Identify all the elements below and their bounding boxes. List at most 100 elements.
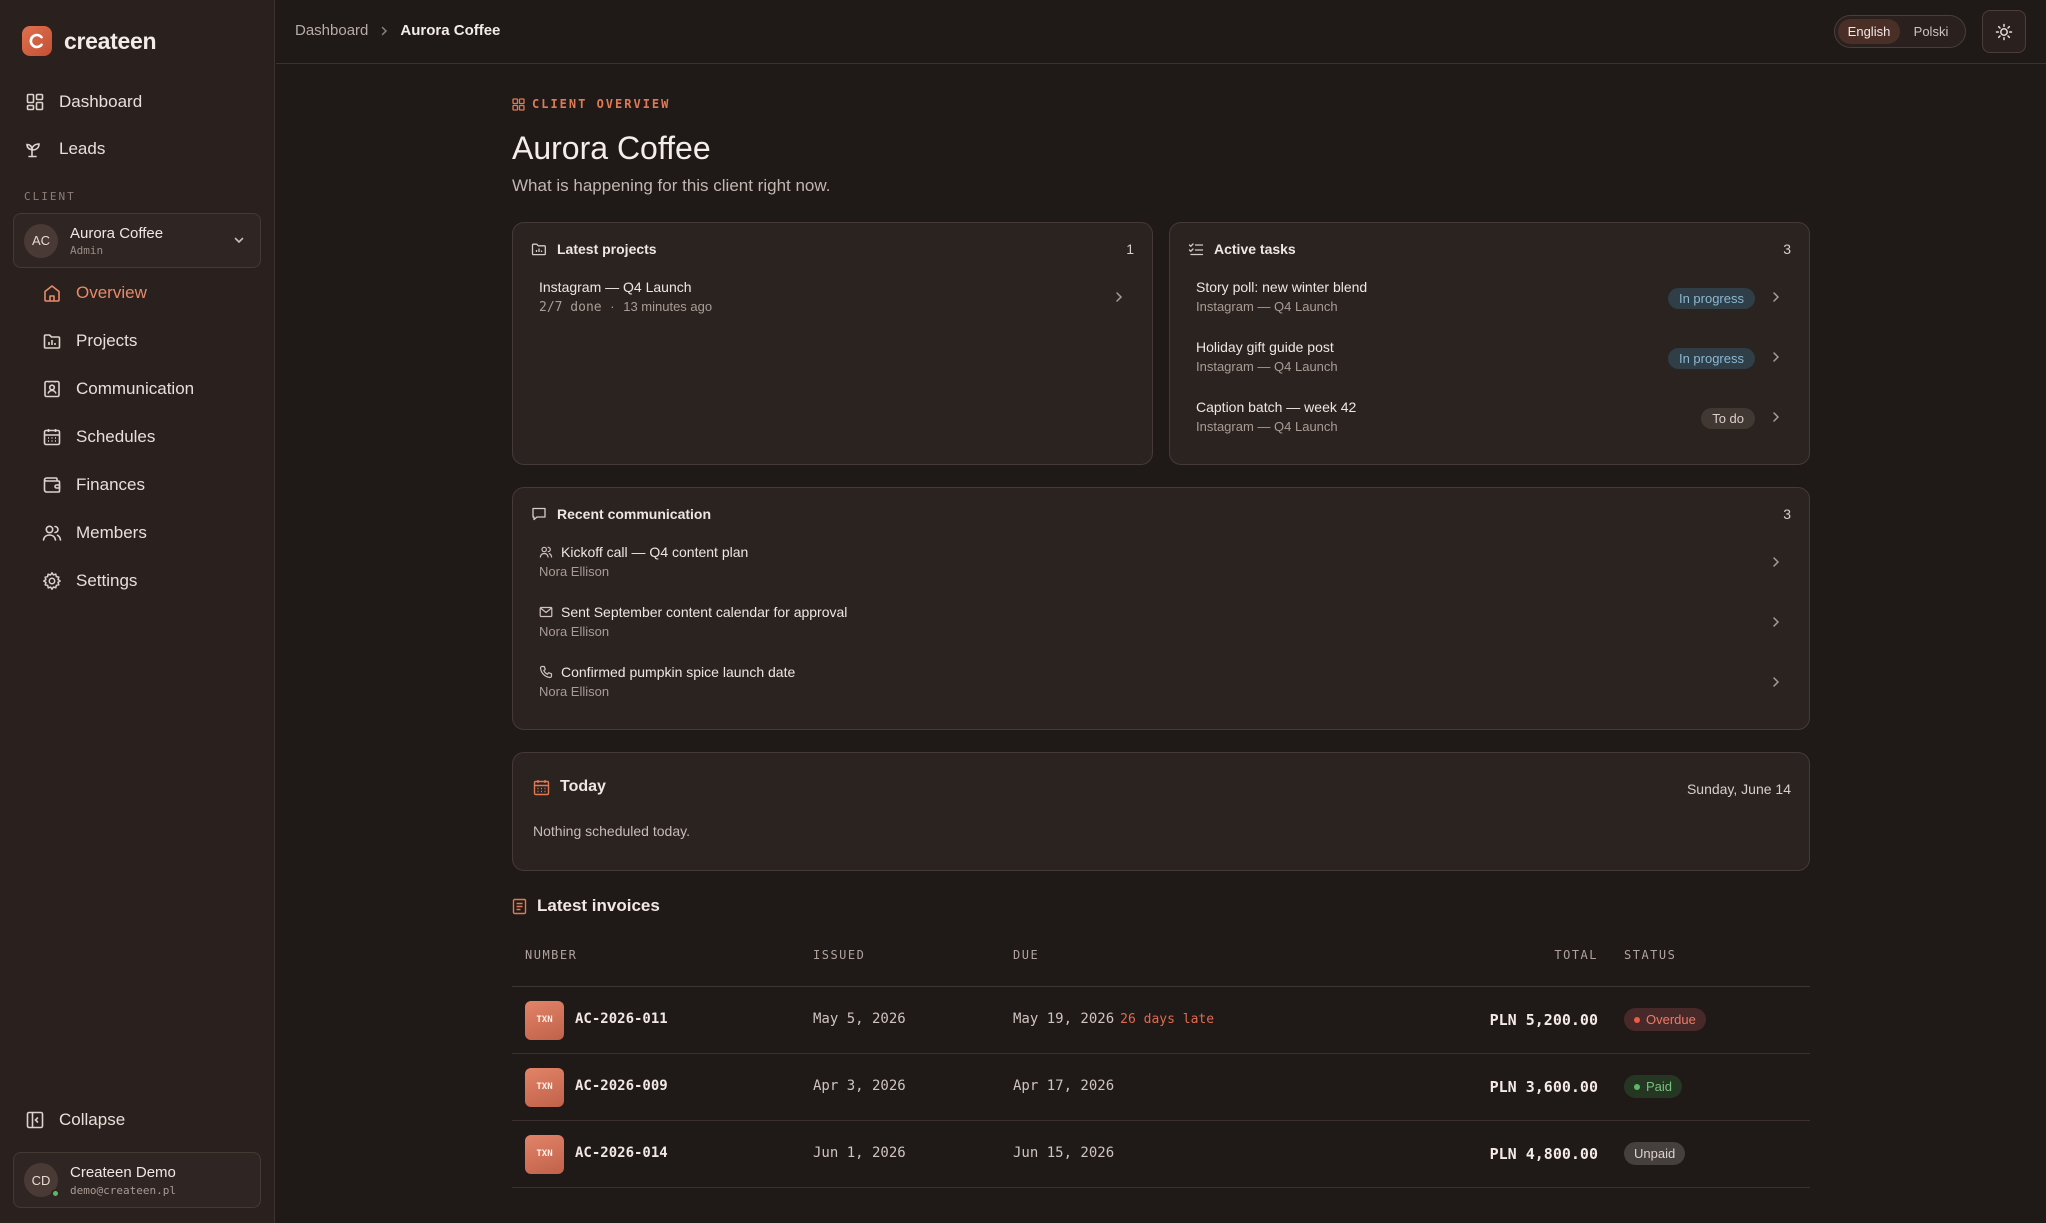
breadcrumb-current: Aurora Coffee <box>400 22 501 39</box>
nav-item-label: Projects <box>76 331 138 350</box>
invoice-icon <box>512 898 527 915</box>
status-dot <box>1634 1016 1640 1023</box>
brand[interactable]: createen <box>22 26 157 56</box>
invoice-due: May 19, 2026 26 days late <box>1013 1011 1214 1027</box>
status-badge: Unpaid <box>1624 1142 1686 1165</box>
communication-row[interactable]: Kickoff call — Q4 content plan Nora Elli… <box>539 544 1783 584</box>
card-title: Latest projects <box>557 241 657 257</box>
communication-count: 3 <box>1783 506 1791 522</box>
invoice-number[interactable]: AC-2026-014 <box>575 1145 668 1161</box>
communication-person: Nora Ellison <box>539 564 610 579</box>
collapse-button[interactable]: Collapse <box>25 1110 125 1130</box>
users-icon <box>42 523 62 543</box>
nav-item-schedules[interactable]: Schedules <box>30 413 261 461</box>
online-status-dot <box>51 1189 60 1198</box>
createen-logo-icon <box>22 26 52 56</box>
collapse-sidebar-icon <box>25 1110 45 1130</box>
meta-separator: · <box>610 299 615 314</box>
tasks-count: 3 <box>1783 241 1791 257</box>
nav-item-members[interactable]: Members <box>30 509 261 557</box>
nav-item-label: Dashboard <box>59 91 143 111</box>
column-header-issued: ISSUED <box>813 948 866 962</box>
table-row[interactable]: TXN AC-2026-014 Jun 1, 2026 Jun 15, 2026… <box>512 1121 1810 1188</box>
nav-item-dashboard[interactable]: Dashboard <box>14 78 261 125</box>
grid-icon <box>512 97 525 111</box>
user-avatar: CD <box>24 1163 60 1198</box>
user-initials: CD <box>31 1172 51 1188</box>
nav-item-projects[interactable]: Projects <box>30 317 261 365</box>
dashboard-icon <box>25 92 45 112</box>
column-header-due: DUE <box>1013 948 1040 962</box>
language-toggle: English Polski <box>1834 15 1966 48</box>
chevron-right-icon <box>1769 410 1783 424</box>
communication-person: Nora Ellison <box>539 684 610 699</box>
status-label: Unpaid <box>1634 1146 1676 1161</box>
transaction-icon: TXN <box>525 1068 564 1107</box>
table-row[interactable]: TXN AC-2026-009 Apr 3, 2026 Apr 17, 2026… <box>512 1054 1810 1121</box>
task-name: Caption batch — week 42 <box>1196 399 1357 415</box>
chevron-down-icon <box>232 233 246 247</box>
invoice-due-date: May 19, 2026 <box>1013 1011 1115 1027</box>
task-row[interactable]: Holiday gift guide post Instagram — Q4 L… <box>1196 339 1783 379</box>
invoice-issued: Apr 3, 2026 <box>813 1078 906 1094</box>
user-menu[interactable]: CD Createen Demo demo@createen.pl <box>13 1152 261 1208</box>
table-row[interactable]: TXN AC-2026-011 May 5, 2026 May 19, 2026… <box>512 987 1810 1054</box>
column-header-number: NUMBER <box>525 948 578 962</box>
calendar-icon <box>42 427 62 447</box>
status-badge: Overdue <box>1624 1008 1706 1031</box>
project-updated: 13 minutes ago <box>623 299 713 314</box>
task-row[interactable]: Caption batch — week 42 Instagram — Q4 L… <box>1196 399 1783 439</box>
chevron-right-icon <box>1112 290 1126 304</box>
language-option-polski[interactable]: Polski <box>1900 19 1962 44</box>
topbar: Dashboard Aurora Coffee English Polski <box>276 0 2046 64</box>
calendar-icon <box>533 779 550 796</box>
nav-item-communication[interactable]: Communication <box>30 365 261 413</box>
nav-item-label: Communication <box>76 379 195 398</box>
nav-item-leads[interactable]: Leads <box>14 125 261 172</box>
nav-item-overview[interactable]: Overview <box>30 269 261 317</box>
transaction-icon: TXN <box>525 1001 564 1040</box>
section-title: Latest invoices <box>537 896 660 915</box>
client-avatar: AC <box>24 223 58 258</box>
project-row[interactable]: Instagram — Q4 Launch 2/7 done · 13 minu… <box>539 279 1126 315</box>
sidebar: createen Dashboard Leads CLIENT AC Auror… <box>0 0 275 1223</box>
column-header-total: TOTAL <box>1554 948 1598 962</box>
table-header: NUMBER ISSUED DUE TOTAL STATUS <box>512 937 1810 987</box>
task-row[interactable]: Story poll: new winter blend Instagram —… <box>1196 279 1783 319</box>
communication-person: Nora Ellison <box>539 624 610 639</box>
invoice-due: Apr 17, 2026 <box>1013 1078 1115 1094</box>
communication-title: Kickoff call — Q4 content plan <box>561 544 749 560</box>
invoice-total: PLN 4,800.00 <box>1489 1145 1598 1163</box>
client-role: Admin <box>70 243 104 257</box>
chevron-right-icon <box>1769 555 1783 569</box>
nav-item-finances[interactable]: Finances <box>30 461 261 509</box>
nav-item-label: Leads <box>59 138 106 158</box>
nav-item-label: Schedules <box>76 427 156 446</box>
nav-item-settings[interactable]: Settings <box>30 557 261 605</box>
status-badge: Paid <box>1624 1075 1683 1098</box>
language-option-english[interactable]: English <box>1838 19 1900 44</box>
client-switcher[interactable]: AC Aurora Coffee Admin <box>13 213 261 268</box>
communication-row[interactable]: Confirmed pumpkin spice launch date Nora… <box>539 664 1783 704</box>
today-date: Sunday, June 14 <box>1686 781 1791 797</box>
breadcrumb: Dashboard Aurora Coffee <box>295 22 500 39</box>
invoice-number[interactable]: AC-2026-009 <box>575 1078 668 1094</box>
client-section-label: CLIENT <box>24 190 76 203</box>
user-email: demo@createen.pl <box>70 1183 176 1197</box>
status-label: Paid <box>1646 1079 1673 1094</box>
sprout-icon <box>25 139 45 159</box>
chevron-right-icon <box>1769 615 1783 629</box>
breadcrumb-dashboard[interactable]: Dashboard <box>295 22 368 39</box>
invoice-issued: Jun 1, 2026 <box>813 1145 906 1161</box>
status-badge: In progress <box>1667 348 1755 369</box>
communication-row[interactable]: Sent September content calendar for appr… <box>539 604 1783 644</box>
communication-title: Confirmed pumpkin spice launch date <box>561 664 796 680</box>
eyebrow-label: CLIENT OVERVIEW <box>532 97 671 111</box>
theme-toggle-button[interactable] <box>1982 10 2026 53</box>
page-title: Aurora Coffee <box>512 130 711 166</box>
late-indicator: 26 days late <box>1120 1012 1215 1027</box>
task-project: Instagram — Q4 Launch <box>1196 419 1338 434</box>
invoice-number[interactable]: AC-2026-011 <box>575 1011 668 1027</box>
folder-chart-icon <box>531 241 547 257</box>
project-name: Instagram — Q4 Launch <box>539 279 692 295</box>
